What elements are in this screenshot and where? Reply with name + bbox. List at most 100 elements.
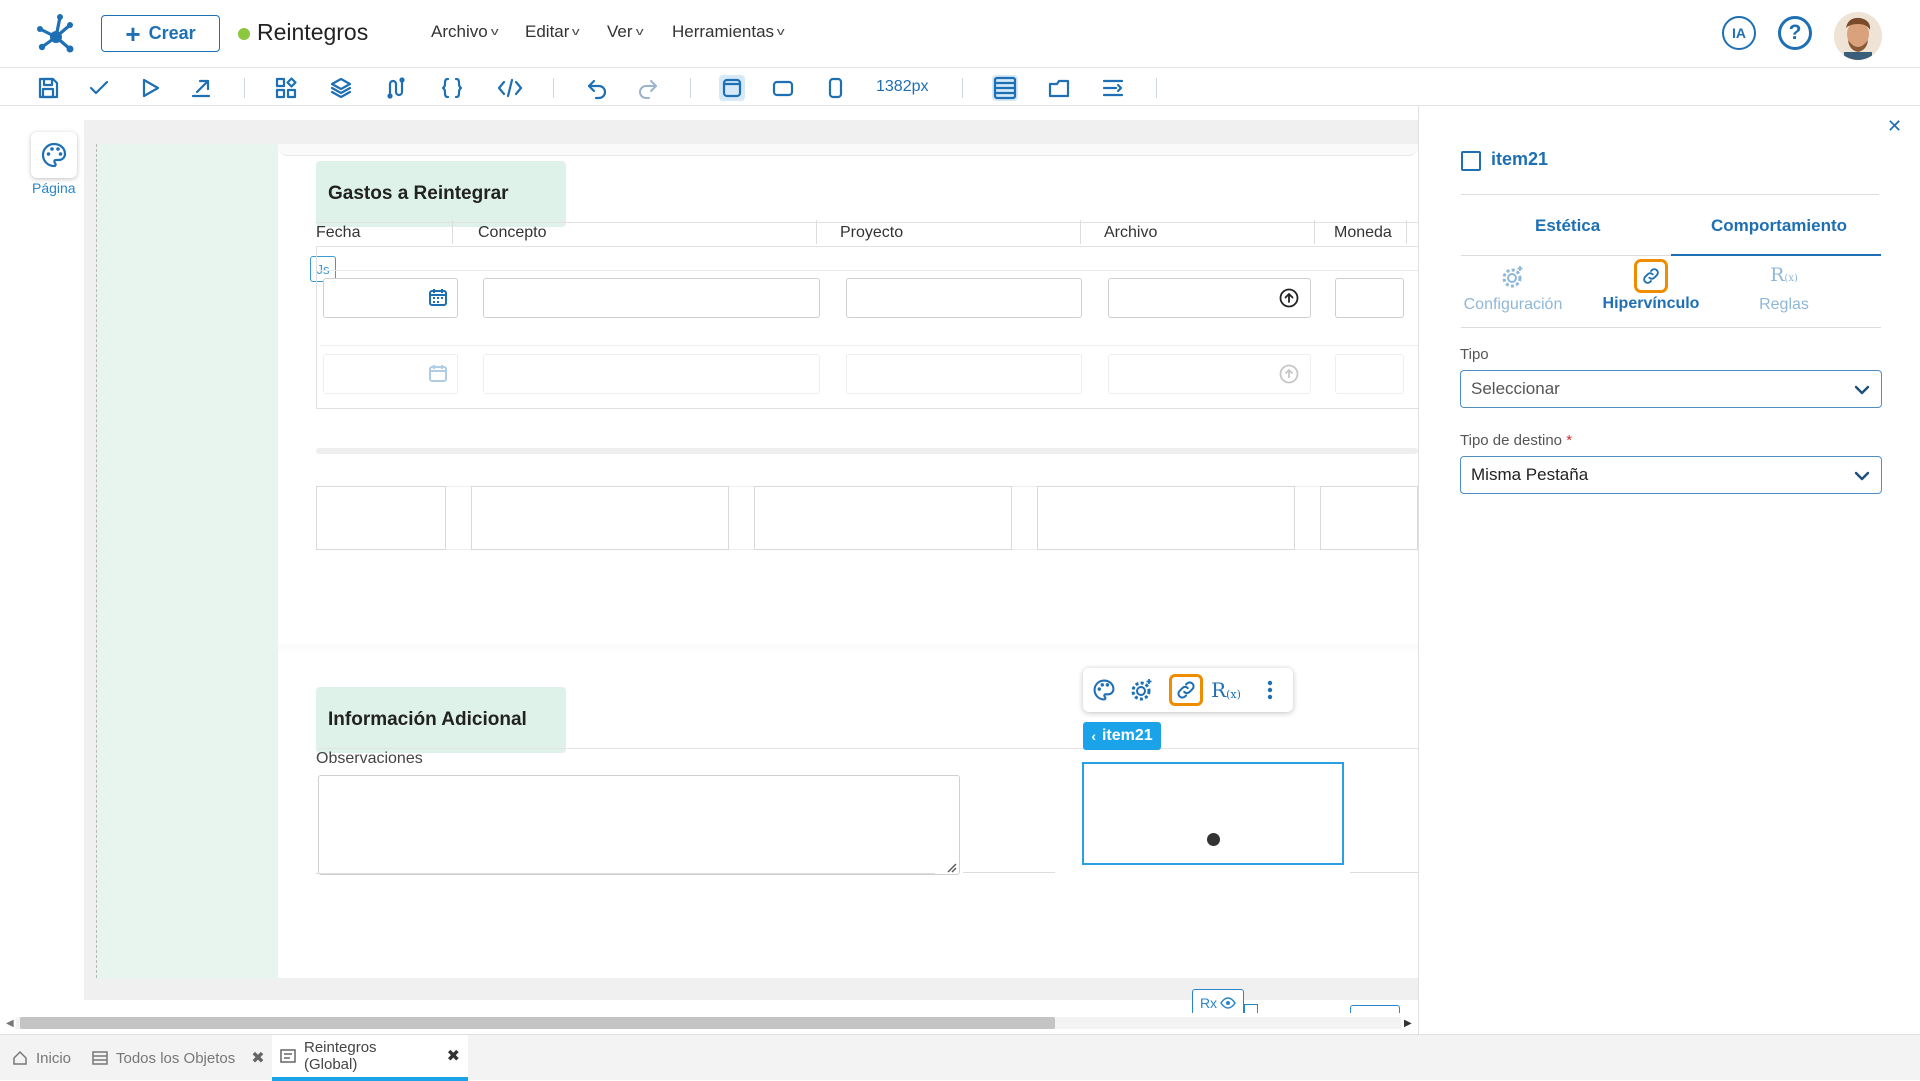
- bottom-tab-todos-label: Todos los Objetos: [116, 1049, 236, 1067]
- section-title-gastos[interactable]: Gastos a Reintegrar: [316, 161, 566, 227]
- menu-herramientas[interactable]: Herramientas v: [672, 22, 785, 42]
- form-icon: [280, 1049, 296, 1063]
- resize-handle-icon[interactable]: [945, 861, 957, 873]
- mobile-view-icon[interactable]: [823, 76, 847, 100]
- save-icon[interactable]: [36, 76, 60, 100]
- hyperlink-icon[interactable]: [1169, 674, 1203, 706]
- bottom-tab-reintegros-label: Reintegros (Global): [304, 1039, 377, 1073]
- panel-divider: [1461, 194, 1879, 195]
- scroll-right-icon[interactable]: ▶: [1404, 1018, 1412, 1029]
- tab-comportamiento[interactable]: Comportamiento: [1711, 216, 1847, 236]
- destino-select-value: Misma Pestaña: [1471, 465, 1589, 484]
- section-separator: [316, 448, 1418, 454]
- code-icon[interactable]: [497, 76, 523, 100]
- col-header-archivo[interactable]: Archivo: [1104, 224, 1157, 242]
- layout-box[interactable]: [316, 486, 446, 550]
- box-gap: [729, 486, 754, 550]
- design-canvas: Gastos a Reintegrar Fecha Concepto Proye…: [84, 120, 1418, 1000]
- publish-icon[interactable]: [189, 76, 213, 100]
- menu-ver-label: Ver: [607, 22, 633, 41]
- gear-icon[interactable]: [1125, 674, 1159, 706]
- bottom-tab-reintegros[interactable]: Reintegros (Global) ✖: [272, 1035, 468, 1081]
- required-marker: *: [1566, 432, 1573, 449]
- play-icon[interactable]: [138, 76, 162, 100]
- item-select-checkbox[interactable]: [1461, 151, 1481, 171]
- subtab-reglas[interactable]: R(x) Reglas: [1729, 264, 1839, 314]
- scrollbar-thumb[interactable]: [20, 1017, 1055, 1029]
- concepto-input-placeholder-row: [483, 354, 820, 394]
- menu-ver[interactable]: Ver v: [607, 22, 643, 42]
- create-button-label: Crear: [148, 23, 196, 43]
- chevron-down-icon: [1853, 381, 1871, 399]
- layout-box[interactable]: [754, 486, 1012, 550]
- destino-select[interactable]: Misma Pestaña: [1460, 456, 1882, 494]
- subtab-hipervinculo[interactable]: Hipervínculo: [1581, 259, 1721, 313]
- palette-icon[interactable]: [1087, 674, 1121, 706]
- layout-box[interactable]: [471, 486, 729, 550]
- tipo-label: Tipo: [1460, 346, 1489, 363]
- avatar[interactable]: [1834, 12, 1882, 60]
- tab-estetica[interactable]: Estética: [1535, 216, 1600, 236]
- rules-icon[interactable]: R (x): [1209, 674, 1243, 706]
- app-logo-icon[interactable]: [36, 13, 76, 53]
- column-divider: [816, 220, 817, 244]
- proyecto-input[interactable]: [846, 278, 1082, 318]
- help-icon[interactable]: ?: [1778, 16, 1812, 50]
- close-icon[interactable]: ✖: [251, 1048, 264, 1068]
- chevron-down-icon: [1853, 467, 1871, 485]
- more-vertical-icon[interactable]: [1253, 674, 1287, 706]
- calendar-icon[interactable]: [428, 287, 448, 307]
- archivo-input[interactable]: [1108, 278, 1311, 318]
- close-icon[interactable]: ✕: [1887, 116, 1902, 137]
- redo-icon[interactable]: [636, 76, 660, 100]
- col-header-proyecto[interactable]: Proyecto: [840, 224, 903, 242]
- col-header-concepto[interactable]: Concepto: [478, 224, 547, 242]
- layout-box[interactable]: [1320, 486, 1418, 550]
- col-header-moneda[interactable]: Moneda: [1334, 224, 1392, 242]
- bottom-tab-inicio[interactable]: Inicio: [4, 1035, 79, 1081]
- selected-item-tag[interactable]: ‹ item21: [1083, 722, 1161, 750]
- menu-archivo[interactable]: Archivo v: [431, 22, 498, 42]
- ai-assistant-button[interactable]: IA: [1722, 16, 1756, 50]
- scroll-left-icon[interactable]: ◀: [6, 1018, 14, 1029]
- moneda-input[interactable]: [1335, 278, 1404, 318]
- canvas-width-readout[interactable]: 1382px: [876, 78, 929, 96]
- tablet-view-icon[interactable]: [771, 76, 795, 100]
- toolbar-divider: [553, 78, 554, 98]
- section2-line: [963, 872, 1055, 873]
- check-icon[interactable]: [87, 76, 111, 100]
- upload-icon[interactable]: [1279, 288, 1299, 308]
- undo-icon[interactable]: [585, 76, 609, 100]
- tipo-select[interactable]: Seleccionar: [1460, 370, 1882, 408]
- tabs-panel-icon[interactable]: [1047, 76, 1071, 100]
- selected-item-tag-label: item21: [1101, 727, 1153, 744]
- braces-icon[interactable]: [440, 76, 464, 100]
- concepto-input[interactable]: [483, 278, 820, 318]
- subtab-configuracion[interactable]: Configuración: [1461, 264, 1565, 314]
- layers-icon[interactable]: [329, 76, 353, 100]
- col-header-fecha[interactable]: Fecha: [316, 224, 360, 242]
- layout-box[interactable]: [1037, 486, 1295, 550]
- rules-icon-subscript: (x): [1226, 687, 1241, 701]
- subtab-baseline: [1461, 327, 1881, 328]
- menu-editar-label: Editar: [525, 22, 570, 41]
- rules-visibility-badge[interactable]: Rx: [1192, 989, 1244, 1015]
- page-style-button[interactable]: [31, 132, 77, 178]
- align-settings-icon[interactable]: [1101, 76, 1125, 100]
- bottom-tab-todos[interactable]: Todos los Objetos ✖: [84, 1035, 273, 1081]
- close-icon[interactable]: ✖: [447, 1046, 460, 1066]
- column-divider: [1080, 220, 1081, 244]
- desktop-view-icon[interactable]: [719, 75, 745, 101]
- create-button[interactable]: + Crear: [101, 15, 220, 52]
- section-title-info[interactable]: Información Adicional: [316, 687, 566, 753]
- fecha-input[interactable]: [323, 278, 458, 318]
- page-layout-icon[interactable]: [992, 75, 1018, 101]
- observaciones-textarea[interactable]: [318, 775, 960, 875]
- horizontal-scrollbar[interactable]: ◀ ▶: [0, 1013, 1418, 1033]
- flow-icon[interactable]: [384, 76, 408, 100]
- app-title: Reintegros: [257, 19, 369, 45]
- fecha-input-placeholder-row: [323, 354, 458, 394]
- components-icon[interactable]: [274, 76, 298, 100]
- selected-item-box[interactable]: [1082, 762, 1344, 865]
- menu-editar[interactable]: Editar v: [525, 22, 580, 42]
